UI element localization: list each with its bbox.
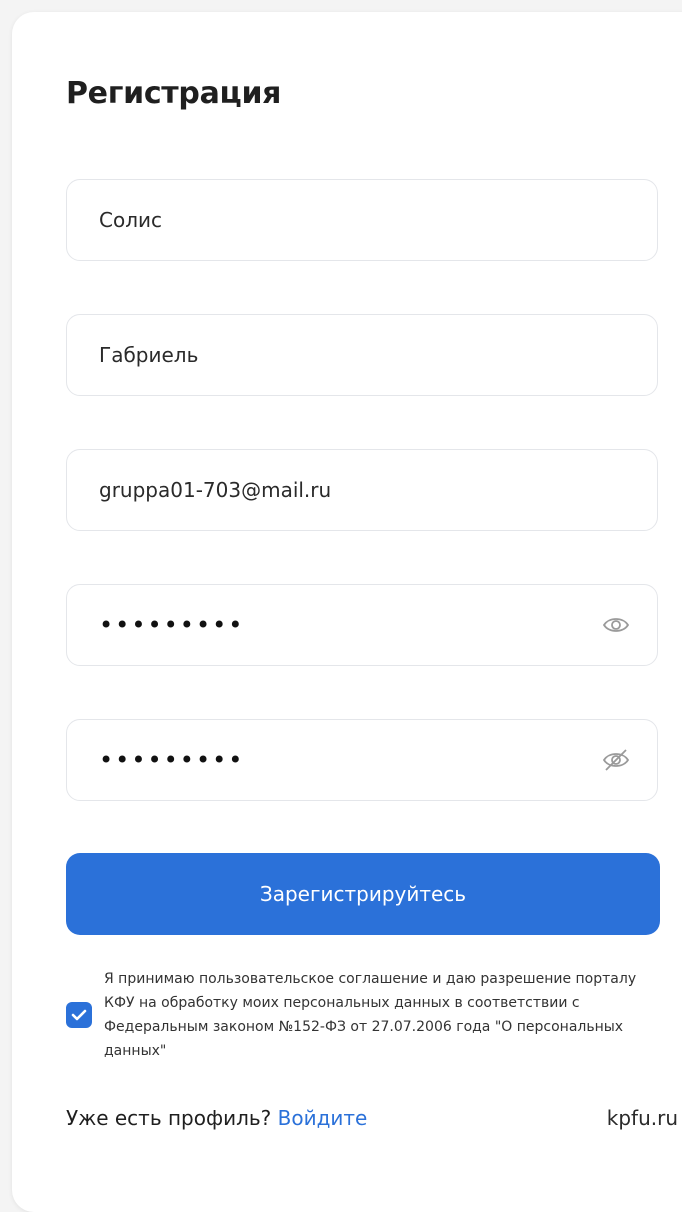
eye-icon[interactable] [601, 612, 631, 638]
password-field[interactable] [66, 584, 658, 666]
registration-card: Регистрация Зарегистрируйтесь [12, 12, 682, 1212]
login-prompt-text: Уже есть профиль? [66, 1106, 272, 1130]
last-name-field[interactable] [66, 179, 658, 261]
first-name-field[interactable] [66, 314, 658, 396]
agreement-text: Я принимаю пользовательское соглашение и… [104, 971, 637, 1059]
register-button[interactable]: Зарегистрируйтесь [66, 853, 660, 935]
site-link[interactable]: kpfu.ru [607, 1106, 678, 1130]
password-confirm-input[interactable] [99, 720, 579, 800]
first-name-input[interactable] [99, 315, 579, 395]
checkmark-icon [71, 1009, 87, 1021]
page-title: Регистрация [66, 76, 282, 111]
login-link[interactable]: Войдите [278, 1106, 368, 1130]
last-name-input[interactable] [99, 180, 579, 260]
agreement-checkbox[interactable] [66, 1002, 92, 1028]
password-input[interactable] [99, 585, 579, 665]
email-field[interactable] [66, 449, 658, 531]
login-prompt: Уже есть профиль? Войдите [66, 1106, 367, 1130]
password-confirm-field[interactable] [66, 719, 658, 801]
eye-off-icon[interactable] [601, 747, 631, 773]
email-input[interactable] [99, 450, 579, 530]
